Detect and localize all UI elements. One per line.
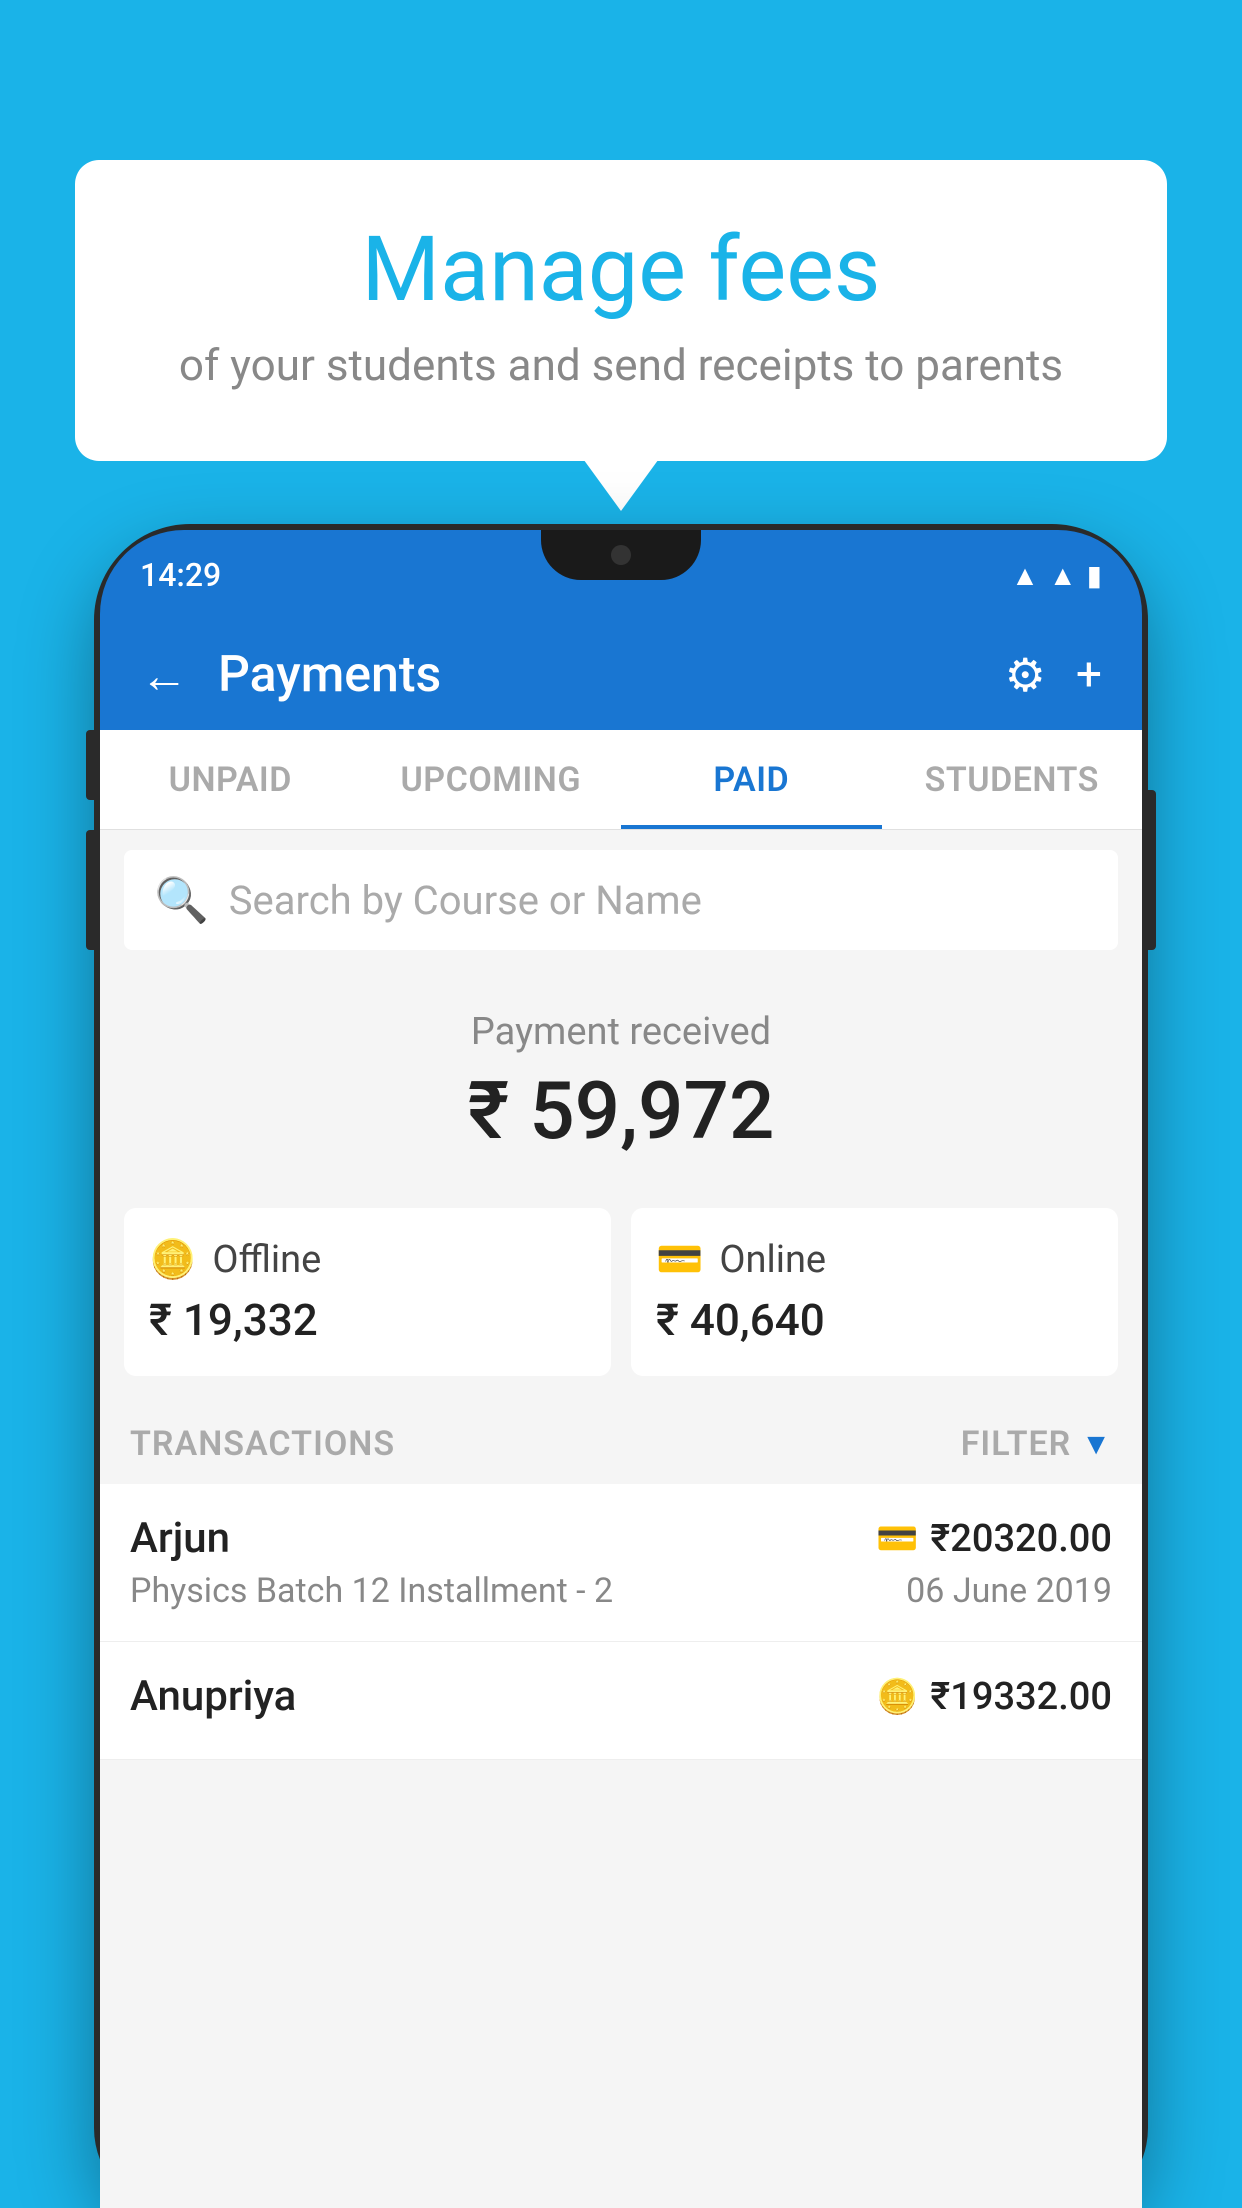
status-bar: 14:29 ▲ ▲ ▮ bbox=[100, 530, 1142, 620]
bubble-subtitle: of your students and send receipts to pa… bbox=[155, 339, 1087, 391]
transaction-top: Arjun 💳 ₹20320.00 bbox=[130, 1514, 1112, 1563]
status-time: 14:29 bbox=[140, 556, 221, 594]
offline-card: 🪙 Offline ₹ 19,332 bbox=[124, 1208, 611, 1376]
offline-label: Offline bbox=[212, 1238, 321, 1282]
speech-bubble-wrapper: Manage fees of your students and send re… bbox=[75, 160, 1167, 461]
header-icons: ⚙ + bbox=[1005, 648, 1102, 703]
tab-unpaid[interactable]: UNPAID bbox=[100, 730, 361, 829]
payment-total-amount: ₹ 59,972 bbox=[124, 1064, 1118, 1158]
transaction-date: 06 June 2019 bbox=[906, 1571, 1112, 1611]
content-area: 🔍 Search by Course or Name Payment recei… bbox=[100, 830, 1142, 2208]
transactions-header: TRANSACTIONS FILTER ▼ bbox=[100, 1396, 1142, 1484]
battery-icon: ▮ bbox=[1087, 559, 1102, 592]
add-icon[interactable]: + bbox=[1076, 648, 1102, 702]
transaction-bottom: Physics Batch 12 Installment - 2 06 June… bbox=[130, 1571, 1112, 1611]
phone-frame: 14:29 ▲ ▲ ▮ ← Payments ⚙ + UNPAID bbox=[100, 530, 1142, 2208]
online-card-header: 💳 Online bbox=[656, 1238, 1093, 1282]
filter-label: FILTER bbox=[961, 1424, 1072, 1464]
tabs-bar: UNPAID UPCOMING PAID STUDENTS bbox=[100, 730, 1142, 830]
filter-button[interactable]: FILTER ▼ bbox=[961, 1424, 1112, 1464]
camera bbox=[611, 545, 631, 565]
online-label: Online bbox=[719, 1238, 826, 1282]
search-icon: 🔍 bbox=[154, 874, 209, 926]
settings-icon[interactable]: ⚙ bbox=[1005, 648, 1046, 703]
search-bar[interactable]: 🔍 Search by Course or Name bbox=[124, 850, 1118, 950]
offline-icon: 🪙 bbox=[149, 1238, 196, 1282]
bubble-title: Manage fees bbox=[155, 220, 1087, 319]
status-icons: ▲ ▲ ▮ bbox=[1011, 559, 1102, 592]
tab-students[interactable]: STUDENTS bbox=[882, 730, 1143, 829]
online-card: 💳 Online ₹ 40,640 bbox=[631, 1208, 1118, 1376]
page-title: Payments bbox=[218, 646, 975, 704]
payment-type-icon: 🪙 bbox=[876, 1677, 918, 1717]
phone-side-button-vol-up bbox=[86, 730, 94, 800]
filter-icon: ▼ bbox=[1081, 1427, 1112, 1462]
transactions-label: TRANSACTIONS bbox=[130, 1424, 395, 1464]
app-header: ← Payments ⚙ + bbox=[100, 620, 1142, 730]
payment-type-icon: 💳 bbox=[876, 1519, 918, 1559]
transaction-name: Anupriya bbox=[130, 1672, 296, 1721]
transaction-row[interactable]: Arjun 💳 ₹20320.00 Physics Batch 12 Insta… bbox=[100, 1484, 1142, 1642]
transaction-row[interactable]: Anupriya 🪙 ₹19332.00 bbox=[100, 1642, 1142, 1760]
phone-side-button-vol-down bbox=[86, 830, 94, 950]
wifi-icon: ▲ bbox=[1011, 559, 1039, 592]
transaction-name: Arjun bbox=[130, 1514, 230, 1563]
tab-paid[interactable]: PAID bbox=[621, 730, 882, 829]
online-amount: ₹ 40,640 bbox=[656, 1294, 1093, 1346]
transaction-top: Anupriya 🪙 ₹19332.00 bbox=[130, 1672, 1112, 1721]
transaction-amount: ₹19332.00 bbox=[930, 1675, 1112, 1719]
tab-upcoming[interactable]: UPCOMING bbox=[361, 730, 622, 829]
search-input[interactable]: Search by Course or Name bbox=[229, 877, 702, 924]
phone-wrapper: 14:29 ▲ ▲ ▮ ← Payments ⚙ + UNPAID bbox=[100, 530, 1142, 2208]
speech-bubble: Manage fees of your students and send re… bbox=[75, 160, 1167, 461]
payment-summary: Payment received ₹ 59,972 bbox=[100, 970, 1142, 1188]
offline-amount: ₹ 19,332 bbox=[149, 1294, 586, 1346]
transaction-course: Physics Batch 12 Installment - 2 bbox=[130, 1571, 613, 1611]
notch bbox=[541, 530, 701, 580]
online-icon: 💳 bbox=[656, 1238, 703, 1282]
back-button[interactable]: ← bbox=[140, 647, 188, 704]
transaction-amount-wrap: 🪙 ₹19332.00 bbox=[876, 1675, 1112, 1719]
payment-cards: 🪙 Offline ₹ 19,332 💳 Online ₹ 40,640 bbox=[124, 1208, 1118, 1376]
offline-card-header: 🪙 Offline bbox=[149, 1238, 586, 1282]
transaction-amount-wrap: 💳 ₹20320.00 bbox=[876, 1517, 1112, 1561]
phone-side-button-power bbox=[1148, 790, 1156, 950]
transaction-amount: ₹20320.00 bbox=[930, 1517, 1112, 1561]
signal-icon: ▲ bbox=[1049, 559, 1077, 592]
payment-received-label: Payment received bbox=[124, 1010, 1118, 1054]
